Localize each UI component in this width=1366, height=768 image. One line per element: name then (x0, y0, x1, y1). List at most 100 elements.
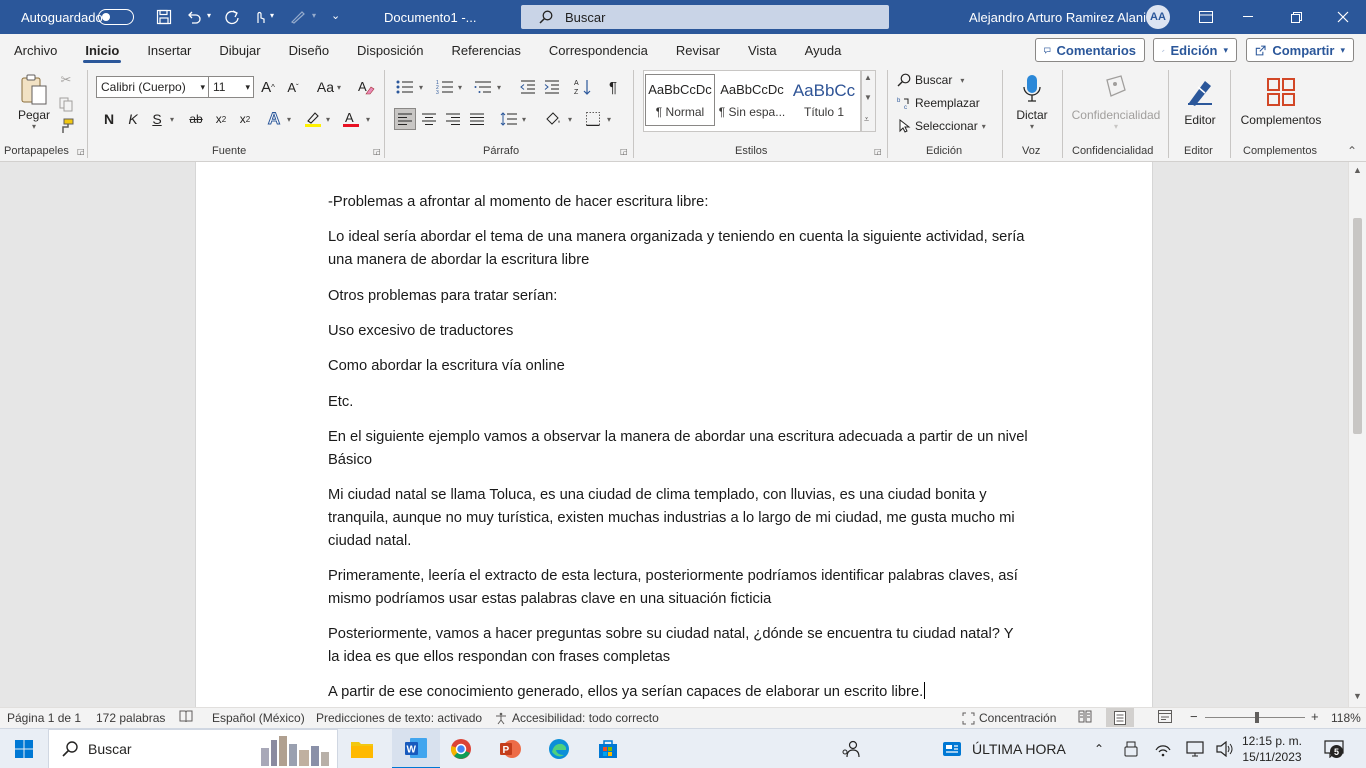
line-spacing-icon[interactable] (498, 108, 520, 130)
italic-button[interactable]: K (124, 108, 142, 130)
tab-inicio[interactable]: Inicio (71, 34, 133, 66)
paragraph[interactable]: Etc. (328, 391, 1028, 414)
chevron-down-icon[interactable]: ▾ (419, 83, 423, 92)
dialog-launcher-icon[interactable]: ◲ (620, 147, 628, 156)
zoom-level[interactable]: 118% (1331, 711, 1361, 725)
powerpoint-icon[interactable]: P (498, 737, 522, 761)
comments-button[interactable]: Comentarios (1035, 38, 1145, 62)
highlight-icon[interactable] (302, 108, 324, 130)
style-heading-1[interactable]: AaBbCc Título 1 (789, 74, 859, 126)
web-layout-icon[interactable] (1158, 710, 1172, 723)
align-right-button[interactable] (442, 108, 464, 130)
paragraph[interactable]: Otros problemas para tratar serían: (328, 285, 1028, 308)
bullets-icon[interactable] (394, 76, 416, 98)
search-box[interactable]: Buscar (521, 5, 889, 29)
accessibility-status[interactable]: Accesibilidad: todo correcto (494, 711, 659, 725)
customize-qat-icon[interactable]: ⌄ (331, 9, 340, 22)
tab-insertar[interactable]: Insertar (133, 34, 205, 66)
shading-icon[interactable] (542, 108, 564, 130)
paragraph[interactable]: -Problemas a afrontar al momento de hace… (328, 191, 1028, 214)
paragraph[interactable]: Lo ideal sería abordar el tema de una ma… (328, 226, 1028, 272)
show-paragraph-marks-icon[interactable]: ¶ (603, 76, 623, 98)
font-name-dropdown[interactable]: Calibri (Cuerpo) ▾ (96, 76, 209, 98)
windows-start-icon[interactable] (0, 729, 48, 768)
font-color-icon[interactable]: A (340, 108, 362, 130)
addins-button[interactable]: Complementos (1236, 70, 1326, 134)
tab-ayuda[interactable]: Ayuda (791, 34, 856, 66)
notification-center[interactable]: 5 (1320, 737, 1348, 761)
chevron-down-icon[interactable]: ▾ (458, 83, 462, 92)
redo-icon[interactable] (222, 0, 242, 34)
taskbar-search[interactable]: Buscar (48, 729, 338, 768)
dialog-launcher-icon[interactable]: ◲ (373, 147, 381, 156)
editing-mode-button[interactable]: Edición ▾ (1153, 38, 1237, 62)
document-page[interactable]: -Problemas a afrontar al momento de hace… (195, 162, 1153, 707)
chevron-down-icon[interactable]: ▾ (568, 115, 572, 124)
paragraph[interactable]: Como abordar la escritura vía online (328, 355, 1028, 378)
dictate-button[interactable]: Dictar ▾ (1010, 70, 1054, 134)
paragraph[interactable]: Mi ciudad natal se llama Toluca, es una … (328, 484, 1028, 553)
text-predictions-status[interactable]: Predicciones de texto: activado (316, 711, 482, 725)
underline-dropdown-icon[interactable]: ▾ (170, 115, 174, 124)
clock[interactable]: 12:15 p. m. 15/11/2023 (1240, 731, 1304, 767)
tab-diseno[interactable]: Diseño (275, 34, 343, 66)
zoom-in-button[interactable]: + (1311, 709, 1319, 724)
copy-icon[interactable] (58, 96, 74, 112)
numbering-icon[interactable]: 123 (434, 76, 456, 98)
chevron-down-icon[interactable]: ▼ (864, 93, 872, 102)
borders-icon[interactable] (582, 108, 604, 130)
increase-indent-icon[interactable] (542, 76, 562, 98)
paragraph[interactable]: Primeramente, leería el extracto de esta… (328, 565, 1028, 611)
chevron-down-icon[interactable]: ▾ (607, 115, 611, 124)
clear-formatting-icon[interactable]: A (355, 76, 377, 98)
tab-referencias[interactable]: Referencias (438, 34, 535, 66)
decrease-indent-icon[interactable] (518, 76, 538, 98)
text-effects-icon[interactable]: A (264, 108, 284, 130)
font-size-dropdown[interactable]: 11 ▾ (208, 76, 254, 98)
chrome-icon[interactable] (449, 737, 473, 761)
chevron-up-icon[interactable]: ▲ (864, 73, 872, 82)
style-normal[interactable]: AaBbCcDc ¶ Normal (645, 74, 715, 126)
find-button[interactable]: Buscar ▾ (897, 70, 964, 90)
format-painter-icon[interactable] (58, 118, 74, 134)
tab-dibujar[interactable]: Dibujar (205, 34, 274, 66)
paragraph[interactable]: En el siguiente ejemplo vamos a observar… (328, 426, 1028, 472)
paste-button[interactable]: Pegar ▾ (14, 72, 54, 132)
word-count[interactable]: 172 palabras (96, 711, 165, 725)
read-mode-icon[interactable] (1078, 710, 1092, 723)
ribbon-display-icon[interactable] (1196, 0, 1216, 34)
vertical-scrollbar[interactable]: ▲ ▼ (1348, 162, 1366, 707)
restore-icon[interactable] (1286, 0, 1306, 34)
undo-icon[interactable] (184, 0, 204, 34)
chevron-down-icon[interactable]: ▾ (366, 115, 370, 124)
undo-dropdown-icon[interactable]: ▾ (207, 11, 211, 20)
news-widget[interactable]: ÚLTIMA HORA (942, 729, 1066, 768)
chevron-down-icon[interactable]: ▾ (326, 115, 330, 124)
sort-icon[interactable]: AZ (572, 76, 594, 98)
tab-archivo[interactable]: Archivo (0, 34, 71, 66)
style-no-spacing[interactable]: AaBbCcDc ¶ Sin espa... (717, 74, 787, 126)
editor-button[interactable]: Editor (1176, 70, 1224, 134)
display-icon[interactable] (1185, 739, 1205, 759)
zoom-out-button[interactable]: − (1190, 709, 1198, 724)
multilevel-list-icon[interactable] (472, 76, 494, 98)
volume-icon[interactable] (1215, 739, 1235, 759)
align-left-button[interactable] (394, 108, 416, 130)
subscript-button[interactable]: x2 (212, 108, 230, 130)
scroll-thumb[interactable] (1353, 218, 1362, 434)
zoom-slider-thumb[interactable] (1255, 712, 1259, 723)
people-icon[interactable] (841, 739, 861, 759)
scroll-up-icon[interactable]: ▲ (1353, 165, 1362, 175)
chevron-down-icon[interactable]: ▾ (287, 115, 291, 124)
strikethrough-button[interactable]: ab (186, 108, 206, 130)
edge-icon[interactable] (547, 737, 571, 761)
bold-button[interactable]: N (100, 108, 118, 130)
close-icon[interactable] (1333, 0, 1353, 34)
chevron-down-icon[interactable]: ▾ (497, 83, 501, 92)
collapse-ribbon-icon[interactable]: ⌃ (1347, 144, 1357, 158)
paragraph[interactable]: Posteriormente, vamos a hacer preguntas … (328, 623, 1028, 669)
cut-icon[interactable]: ✂ (58, 72, 74, 88)
zoom-slider[interactable] (1205, 712, 1305, 723)
change-case-button[interactable]: Aa ▾ (312, 76, 346, 98)
page-indicator[interactable]: Página 1 de 1 (7, 711, 81, 725)
